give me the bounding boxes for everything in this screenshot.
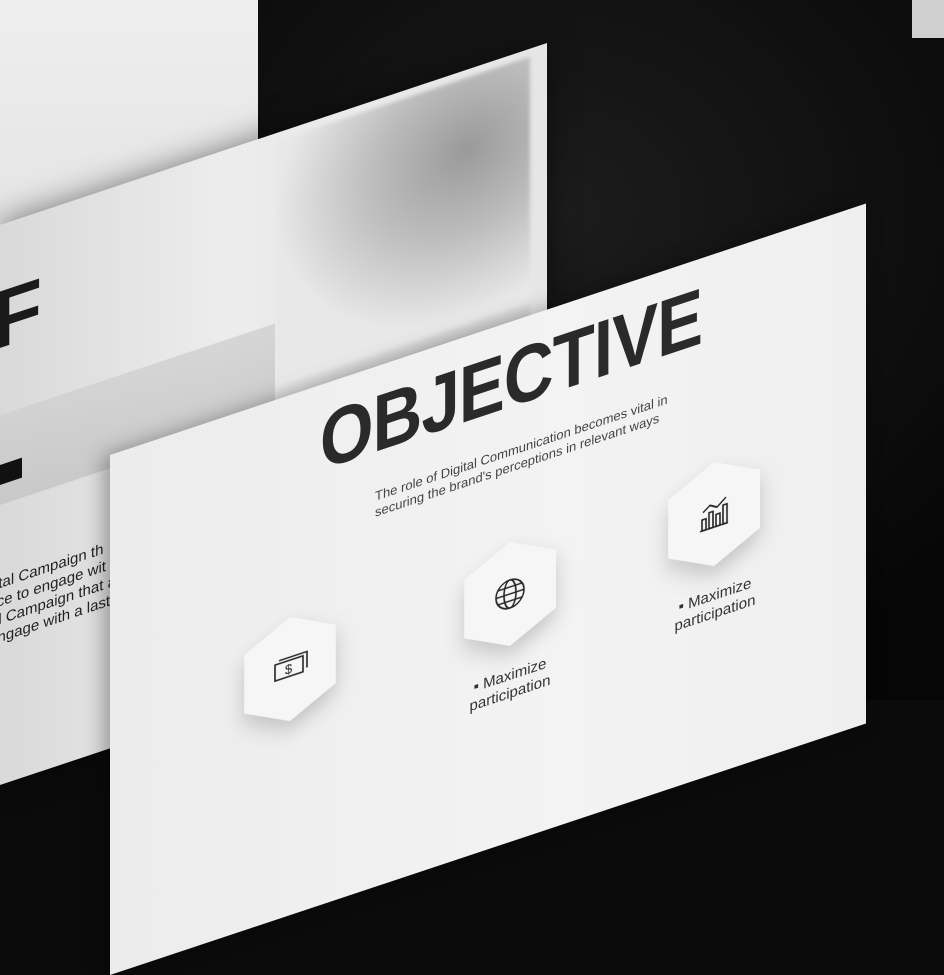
globe-icon	[493, 571, 527, 616]
card-label-chart: ▪ Maximize participation	[674, 574, 756, 636]
money-icon: $	[272, 648, 308, 690]
card-label-globe: ▪ Maximize participation	[469, 654, 551, 716]
heading-letter: F	[0, 260, 43, 369]
chart-icon	[697, 493, 731, 534]
svg-text:$: $	[285, 661, 293, 678]
corner-tile	[912, 0, 944, 38]
